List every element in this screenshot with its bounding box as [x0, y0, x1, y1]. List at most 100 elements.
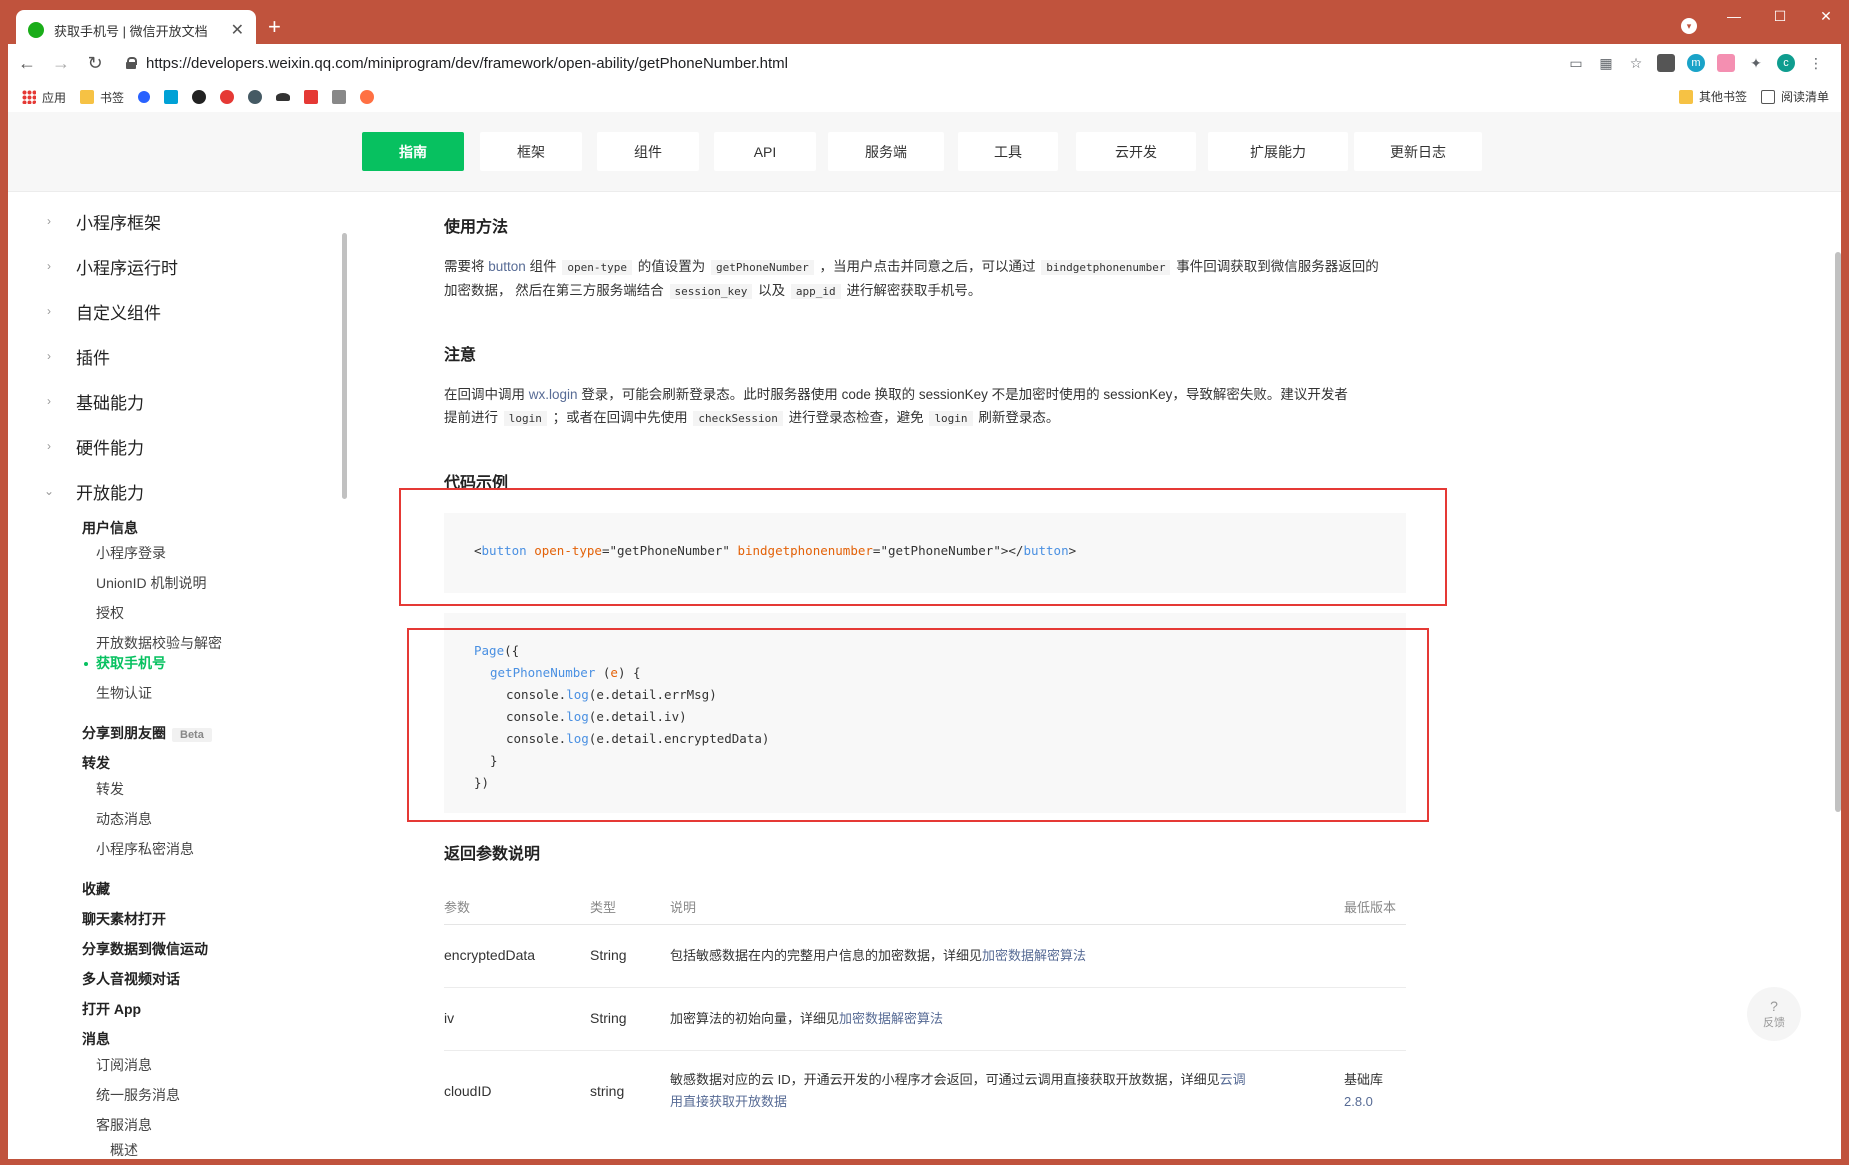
decrypt-algorithm-link[interactable]: 加密数据解密算法	[982, 948, 1086, 963]
forward-arrow-icon[interactable]: →	[46, 48, 76, 78]
sidebar-group-forward[interactable]: 转发	[82, 753, 110, 773]
extension-wechat-icon[interactable]	[1651, 48, 1681, 78]
sidebar-item-label: 基础能力	[76, 393, 144, 413]
button-link[interactable]: button	[488, 259, 526, 274]
weibo-icon[interactable]	[220, 90, 235, 104]
sidebar-item-subscribe-message[interactable]: 订阅消息	[96, 1055, 152, 1075]
sidebar-item-plugin[interactable]: › 插件	[40, 334, 110, 378]
sidebar-item-login[interactable]: 小程序登录	[96, 543, 166, 563]
inline-code: login	[503, 411, 547, 426]
text: ；或者在回调中先使用	[552, 410, 688, 425]
tab-extensions[interactable]: 扩展能力	[1208, 132, 1348, 171]
sidebar-item-unionid[interactable]: UnionID 机制说明	[96, 573, 206, 593]
address-bar[interactable]: https://developers.weixin.qq.com/minipro…	[126, 48, 1626, 78]
extension-pink-icon[interactable]	[1711, 48, 1741, 78]
sidebar-scrollbar[interactable]	[342, 233, 347, 499]
site-hat-icon[interactable]	[276, 93, 291, 101]
toolbar-actions: ▭ ▦ ☆ m ✦ c ⋮	[1561, 48, 1831, 78]
sidebar-item-framework[interactable]: › 小程序框架	[40, 199, 161, 243]
sidebar-item-label: 开放能力	[76, 483, 144, 503]
sidebar-item-decrypt[interactable]: 开放数据校验与解密	[96, 633, 222, 653]
sidebar-item-biometric[interactable]: 生物认证	[96, 683, 152, 703]
github-icon[interactable]	[192, 90, 207, 104]
bookmark-folder[interactable]: 书签	[80, 89, 124, 106]
wx-login-link[interactable]: wx.login	[529, 387, 578, 402]
sidebar: › 小程序框架 › 小程序运行时 › 自定义组件 › 插件 › 基础能力 › 硬件能力 ⌄ 开…	[8, 193, 350, 1159]
cast-icon[interactable]: ▭	[1561, 48, 1591, 78]
feedback-button[interactable]: ? 反馈	[1747, 987, 1801, 1041]
sidebar-item-auth[interactable]: 授权	[96, 603, 124, 623]
sidebar-group-share-moments[interactable]: 分享到朋友圈 Beta	[82, 723, 212, 743]
text: ，当用户点击并同意之后，可以通过	[819, 259, 1036, 274]
tab-changelog[interactable]: 更新日志	[1354, 132, 1482, 171]
tab-cloud[interactable]: 云开发	[1076, 132, 1196, 171]
close-window-button[interactable]: ✕	[1803, 0, 1849, 32]
cell-type: string	[590, 1083, 625, 1099]
tab-tools[interactable]: 工具	[958, 132, 1058, 171]
reload-icon[interactable]: ↻	[80, 48, 110, 78]
site-orange-icon[interactable]	[360, 90, 375, 104]
tab-guide[interactable]: 指南	[362, 132, 464, 171]
new-tab-button[interactable]: +	[268, 14, 281, 40]
sidebar-group-favorites[interactable]: 收藏	[82, 879, 110, 899]
back-arrow-icon[interactable]: ←	[12, 48, 42, 78]
table-header-version: 最低版本	[1344, 900, 1397, 915]
sidebar-item-customer-message[interactable]: 客服消息	[96, 1115, 152, 1135]
version-link[interactable]: 2.8.0	[1344, 1094, 1373, 1109]
text: 登录，可能会刷新登录态。此时服务器使用 code 换取的 sessionKey …	[581, 387, 1348, 402]
minimize-button[interactable]: —	[1711, 0, 1757, 32]
sidebar-item-hardware[interactable]: › 硬件能力	[40, 424, 144, 468]
tab-close-icon[interactable]: ✕	[231, 20, 244, 40]
sidebar-item-custom-component[interactable]: › 自定义组件	[40, 289, 161, 333]
extension-m-icon[interactable]: m	[1681, 48, 1711, 78]
tab-api[interactable]: API	[714, 132, 816, 171]
page-scrollbar[interactable]	[1835, 252, 1841, 812]
sidebar-item-runtime[interactable]: › 小程序运行时	[40, 244, 178, 288]
sidebar-item-private-message[interactable]: 小程序私密消息	[96, 839, 194, 859]
sidebar-item-forward[interactable]: 转发	[96, 779, 124, 799]
active-indicator-dot	[84, 662, 88, 666]
web-page: 指南 框架 组件 API 服务端 工具 云开发 扩展能力 更新日志 › 小程序框架…	[8, 112, 1841, 1159]
sidebar-item-basic[interactable]: › 基础能力	[40, 379, 144, 423]
cloud-call-link[interactable]: 用直接获取开放数据	[670, 1094, 787, 1109]
cell-desc: 加密算法的初始向量，详细见加密数据解密算法	[670, 1008, 943, 1030]
feedback-label: 反馈	[1763, 1017, 1785, 1029]
bookmark-star-icon[interactable]: ☆	[1621, 48, 1651, 78]
decrypt-algorithm-link[interactable]: 加密数据解密算法	[839, 1011, 943, 1026]
extensions-puzzle-icon[interactable]: ✦	[1741, 48, 1771, 78]
text: 以及	[758, 283, 786, 298]
more-menu-icon[interactable]: ⋮	[1801, 48, 1831, 78]
qr-code-icon[interactable]: ▦	[1591, 48, 1621, 78]
maximize-button[interactable]: ☐	[1757, 0, 1803, 32]
sidebar-group-voip[interactable]: 多人音视频对话	[82, 969, 180, 989]
sidebar-item-uniform-message[interactable]: 统一服务消息	[96, 1085, 180, 1105]
tab-search-icon[interactable]: ▾	[1681, 18, 1697, 34]
tab-framework[interactable]: 框架	[480, 132, 582, 171]
cloud-call-link[interactable]: 云调	[1220, 1072, 1246, 1087]
sidebar-group-message[interactable]: 消息	[82, 1029, 110, 1049]
site-eye-icon[interactable]	[248, 90, 263, 104]
section-title-usage: 使用方法	[444, 219, 509, 236]
profile-avatar[interactable]: c	[1771, 48, 1801, 78]
text: 需要将	[444, 259, 485, 274]
sidebar-item-overview[interactable]: 概述	[110, 1140, 138, 1159]
baidu-paw-icon[interactable]	[138, 91, 151, 103]
sidebar-group-chat-material[interactable]: 聊天素材打开	[82, 909, 166, 929]
site-rocket-icon[interactable]	[332, 90, 347, 104]
other-bookmarks[interactable]: 其他书签	[1678, 88, 1747, 105]
site-red-icon[interactable]	[304, 90, 319, 104]
sidebar-group-open-app[interactable]: 打开 App	[82, 999, 141, 1019]
sidebar-item-dynamic-message[interactable]: 动态消息	[96, 809, 152, 829]
bilibili-icon[interactable]	[164, 90, 179, 104]
sidebar-item-label: 小程序框架	[76, 213, 161, 233]
sidebar-group-werun[interactable]: 分享数据到微信运动	[82, 939, 208, 959]
cell-type: String	[590, 1010, 627, 1026]
sidebar-item-open-ability[interactable]: ⌄ 开放能力	[40, 469, 144, 513]
bookmark-apps[interactable]: 应用	[22, 89, 66, 106]
tab-components[interactable]: 组件	[597, 132, 699, 171]
reading-list[interactable]: 阅读清单	[1760, 88, 1829, 105]
sidebar-group-user-info[interactable]: 用户信息	[82, 518, 138, 538]
tab-server[interactable]: 服务端	[828, 132, 944, 171]
sidebar-item-get-phone-number[interactable]: 获取手机号	[96, 653, 166, 673]
folder-icon	[1678, 89, 1693, 104]
